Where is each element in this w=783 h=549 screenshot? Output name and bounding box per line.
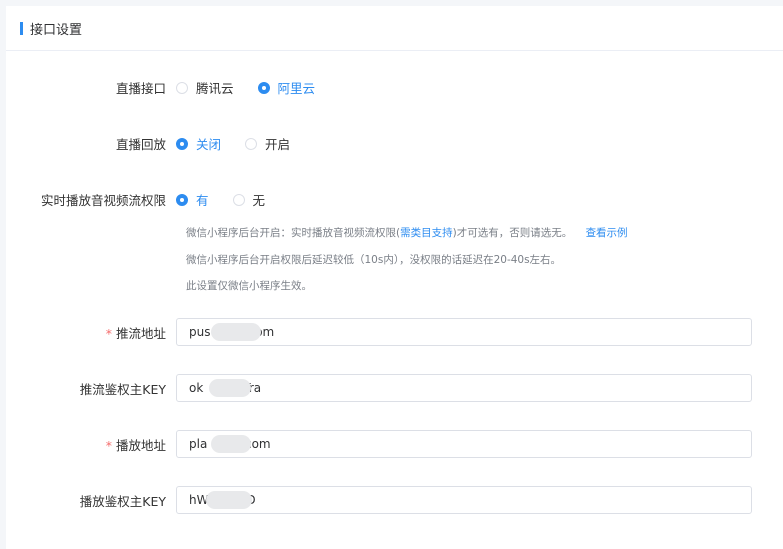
- redaction-blur: [209, 379, 251, 397]
- permission-hint-3: 此设置仅微信小程序生效。: [186, 280, 312, 292]
- label-text: 播放地址: [115, 437, 166, 453]
- play-key-input[interactable]: [176, 486, 752, 514]
- radio-playback-on[interactable]: 开启: [245, 134, 290, 153]
- hint-text: )才可选有，否则请选无。: [452, 227, 573, 239]
- redaction-blur: [211, 323, 261, 341]
- category-support-link[interactable]: 需类目支持: [400, 227, 453, 239]
- radio-label: 腾讯云: [196, 81, 234, 96]
- radio-permission-yes[interactable]: 有: [176, 190, 209, 209]
- push-key-label: 推流鉴权主KEY: [79, 381, 166, 397]
- radio-aliyun[interactable]: 阿里云: [257, 78, 316, 97]
- radio-tencent-cloud[interactable]: 腾讯云: [176, 78, 234, 97]
- live-api-label: 直播接口: [115, 81, 166, 96]
- permission-hint-2: 微信小程序后台开启权限后延迟较低（10s内），没权限的话延迟在20-40s左右。: [186, 254, 562, 266]
- push-key-input[interactable]: [176, 374, 752, 402]
- permission-hint-1: 微信小程序后台开启：实时播放音视频流权限(需类目支持)才可选有，否则请选无。 查…: [186, 225, 628, 240]
- radio-circle: [176, 81, 188, 94]
- realtime-permission-row: 实时播放音视频流权限 有 无: [6, 190, 783, 209]
- radio-circle: [232, 193, 245, 206]
- radio-circle-checked: [176, 193, 188, 206]
- radio-label: 阿里云: [277, 81, 316, 96]
- hint-text: 微信小程序后台开启：实时播放音视频流权限(: [186, 227, 401, 239]
- radio-circle-checked: [257, 81, 270, 94]
- push-url-label: * 推流地址: [6, 323, 176, 342]
- radio-label: 无: [252, 193, 266, 208]
- section-title: 接口设置: [30, 22, 83, 38]
- redaction-blur: [206, 491, 252, 509]
- radio-label: 关闭: [196, 137, 222, 152]
- radio-label: 开启: [265, 137, 291, 152]
- push-key-row: 推流鉴权主KEY: [6, 374, 783, 402]
- view-example-link[interactable]: 查看示例: [586, 227, 628, 239]
- play-url-input[interactable]: [176, 430, 752, 458]
- play-key-label: 播放鉴权主KEY: [79, 493, 166, 509]
- radio-circle-checked: [176, 137, 188, 150]
- settings-panel: 接口设置 直播接口 腾讯云 阿里云 直播回放 关闭 开启 实时播放音视频流权限 …: [6, 6, 783, 549]
- push-url-input[interactable]: [176, 318, 752, 346]
- required-mark: *: [105, 325, 112, 341]
- redaction-blur: [211, 435, 251, 453]
- header-accent-bar: [20, 21, 23, 35]
- play-url-label: * 播放地址: [6, 435, 176, 454]
- push-url-row: * 推流地址: [6, 318, 783, 346]
- section-header: 接口设置: [6, 6, 783, 51]
- live-api-row: 直播接口 腾讯云 阿里云: [6, 78, 783, 97]
- live-playback-label: 直播回放: [115, 137, 166, 152]
- play-key-row: 播放鉴权主KEY: [6, 486, 783, 514]
- play-url-row: * 播放地址: [6, 430, 783, 458]
- label-text: 推流地址: [115, 325, 166, 341]
- required-mark: *: [105, 437, 112, 453]
- live-playback-row: 直播回放 关闭 开启: [6, 134, 783, 153]
- radio-playback-off[interactable]: 关闭: [176, 134, 221, 153]
- radio-permission-no[interactable]: 无: [232, 190, 266, 209]
- realtime-permission-label: 实时播放音视频流权限: [40, 193, 166, 208]
- radio-label: 有: [196, 193, 209, 208]
- radio-circle: [245, 137, 258, 150]
